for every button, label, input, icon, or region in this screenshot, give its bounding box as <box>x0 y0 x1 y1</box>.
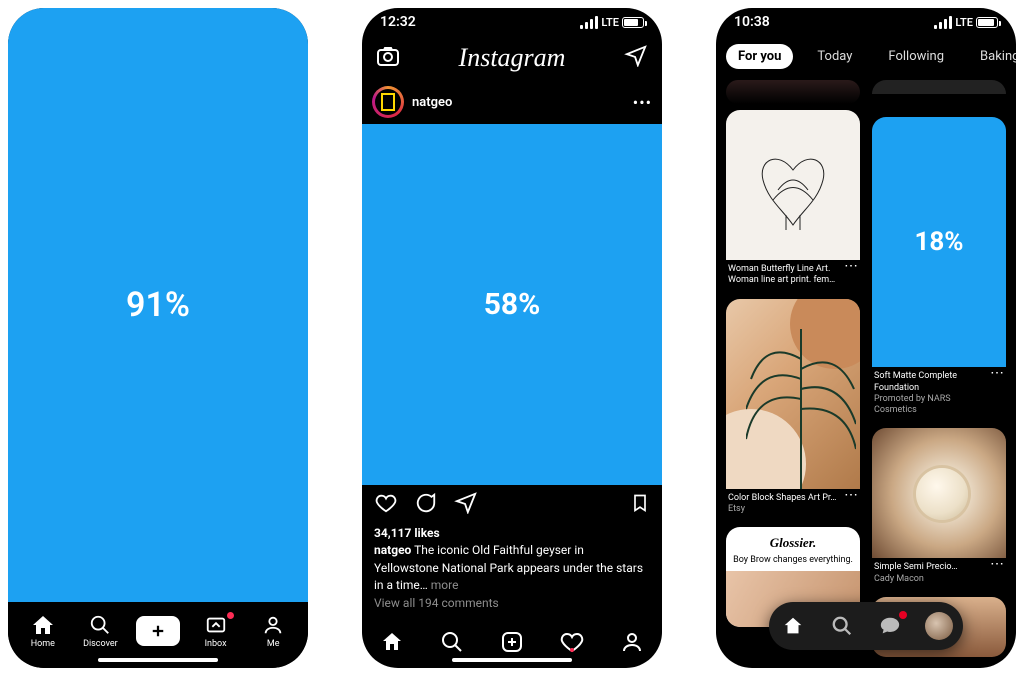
tiktok-content-area[interactable]: 91% <box>8 8 308 602</box>
nav-label: Discover <box>83 639 118 649</box>
pin-card[interactable] <box>872 80 1006 111</box>
tiktok-nav-home[interactable]: Home <box>15 613 71 649</box>
comment-icon[interactable] <box>414 492 438 518</box>
post-header: natgeo ••• <box>362 80 662 124</box>
share-icon[interactable] <box>454 492 478 518</box>
status-bar: 10:38 LTE <box>716 8 1016 36</box>
post-username[interactable]: natgeo <box>412 95 625 110</box>
network-label: LTE <box>601 16 619 29</box>
nav-profile-icon[interactable] <box>620 630 644 658</box>
pin-title: Soft Matte Complete Foundation <box>874 371 986 394</box>
signal-icon <box>934 16 952 29</box>
network-label: LTE <box>955 16 973 29</box>
nav-label: Me <box>267 639 280 649</box>
tiktok-nav-create[interactable] <box>130 616 186 646</box>
more-options-icon[interactable]: ⋯ <box>990 371 1004 375</box>
pin-caption <box>874 94 1004 105</box>
instagram-bottom-nav <box>362 620 662 668</box>
tab-today[interactable]: Today <box>805 44 864 69</box>
nav-search-icon[interactable] <box>827 611 857 641</box>
nav-home-icon[interactable] <box>380 630 404 658</box>
camera-icon[interactable] <box>376 45 400 71</box>
pinterest-feed[interactable]: Woman Butterfly Line Art. Woman line art… <box>716 76 1016 668</box>
pin-card[interactable]: Woman Butterfly Line Art. Woman line art… <box>726 110 860 293</box>
instagram-screen: 12:32 LTE Instagram natgeo ••• 58% <box>362 8 662 668</box>
notification-dot-icon <box>899 611 907 619</box>
status-bar: 12:32 LTE <box>362 8 662 36</box>
tab-for-you[interactable]: For you <box>726 44 793 69</box>
pin-promo: Promoted by <box>874 394 925 404</box>
caption-username[interactable]: natgeo <box>374 543 411 557</box>
pin-card-highlight[interactable]: 18% Soft Matte Complete Foundation Promo… <box>872 117 1006 422</box>
tiktok-bottom-nav: Home Discover Inbox Me <box>8 602 308 668</box>
nav-add-icon[interactable] <box>500 630 524 658</box>
pinterest-bottom-nav <box>769 602 963 650</box>
signal-icon <box>580 16 598 29</box>
notification-dot-icon <box>227 612 234 619</box>
pin-title: Simple Semi Precio… <box>874 562 986 573</box>
tab-following[interactable]: Following <box>876 44 956 69</box>
tiktok-nav-discover[interactable]: Discover <box>72 613 128 649</box>
inbox-icon <box>203 613 229 637</box>
caption-more[interactable]: more <box>431 578 459 592</box>
plus-icon <box>136 616 180 646</box>
view-comments-link[interactable]: View all 194 comments <box>374 595 650 612</box>
nav-search-icon[interactable] <box>440 630 464 658</box>
post-media[interactable]: 58% <box>362 124 662 485</box>
home-icon <box>30 613 56 637</box>
pin-card[interactable]: Simple Semi Precio… Cady Macon ⋯ <box>872 428 1006 591</box>
nav-messages-icon[interactable] <box>875 611 905 641</box>
like-icon[interactable] <box>374 492 398 518</box>
more-options-icon[interactable]: ⋯ <box>990 562 1004 566</box>
tab-baking[interactable]: Baking <box>968 44 1016 69</box>
avatar <box>925 612 953 640</box>
nav-label: Inbox <box>205 639 227 649</box>
post-actions <box>362 485 662 525</box>
home-indicator <box>452 658 572 662</box>
battery-icon <box>976 17 998 28</box>
home-indicator <box>98 658 218 662</box>
pin-source: Cady Macon <box>874 574 986 585</box>
nav-label: Home <box>31 639 55 649</box>
instagram-percent-label: 58% <box>484 287 541 322</box>
story-ring-avatar[interactable] <box>372 86 404 118</box>
tiktok-screen: 91% Home Discover Inbox <box>8 8 308 668</box>
instagram-logo[interactable]: Instagram <box>459 43 566 73</box>
post-caption: natgeo The iconic Old Faithful geyser in… <box>374 542 650 594</box>
nav-activity-icon[interactable] <box>560 630 584 658</box>
nav-profile-avatar[interactable] <box>924 611 954 641</box>
profile-icon <box>260 613 286 637</box>
direct-message-icon[interactable] <box>624 45 648 71</box>
pin-tagline: Boy Brow changes everything. <box>726 555 860 565</box>
tiktok-percent-label: 91% <box>126 285 190 325</box>
notification-dot-icon <box>570 648 574 652</box>
caption-text: The iconic Old Faithful geyser in Yellow… <box>374 543 643 592</box>
tiktok-nav-inbox[interactable]: Inbox <box>188 613 244 649</box>
status-time: 12:32 <box>380 14 416 30</box>
status-time: 10:38 <box>734 14 770 30</box>
pinterest-screen: 10:38 LTE For you Today Following Baking… <box>716 8 1016 668</box>
pin-card[interactable]: Color Block Shapes Art Pr… Etsy ⋯ <box>726 299 860 522</box>
pin-source: Etsy <box>728 504 840 515</box>
pin-title: Color Block Shapes Art Pr… <box>728 493 840 504</box>
more-options-icon[interactable]: ••• <box>633 93 652 112</box>
more-options-icon[interactable]: ⋯ <box>844 264 858 268</box>
pin-brand: Glossier. <box>726 535 860 551</box>
pin-title: Woman Butterfly Line Art. Woman line art… <box>728 264 840 287</box>
battery-icon <box>622 17 644 28</box>
likes-count[interactable]: 34,117 likes <box>374 525 650 542</box>
pin-card[interactable] <box>726 80 860 104</box>
tiktok-nav-me[interactable]: Me <box>245 613 301 649</box>
pinterest-percent-label: 18% <box>914 227 963 257</box>
instagram-header: Instagram <box>362 36 662 80</box>
more-options-icon[interactable]: ⋯ <box>844 493 858 497</box>
feed-tabs: For you Today Following Baking fuud A <box>716 36 1016 76</box>
search-icon <box>87 613 113 637</box>
nav-home-icon[interactable] <box>778 611 808 641</box>
bookmark-icon[interactable] <box>630 491 650 519</box>
post-meta: 34,117 likes natgeo The iconic Old Faith… <box>362 525 662 620</box>
